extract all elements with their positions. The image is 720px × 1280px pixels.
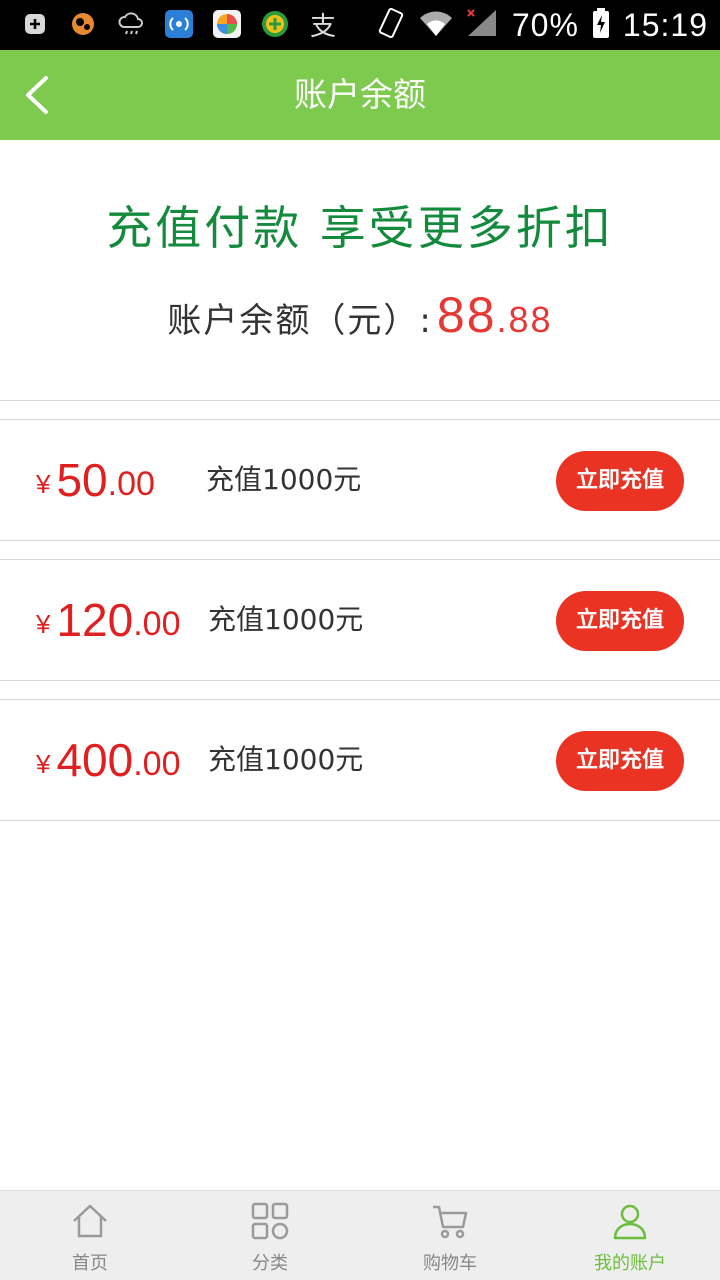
colorful-app-icon: [212, 9, 242, 39]
price-int: 400: [56, 734, 134, 786]
alipay-icon: 支: [309, 11, 336, 42]
back-button[interactable]: [16, 70, 66, 120]
recharge-option: ¥ 50 .00 充值1000元 立即充值: [0, 420, 720, 540]
app-header: 账户余额: [0, 50, 720, 140]
bottom-nav: 首页 分类 购物车 我的账户: [0, 1190, 720, 1280]
user-icon: [613, 1204, 647, 1240]
option-desc: 充值1000元: [208, 743, 364, 776]
recharge-now-button[interactable]: 立即充值: [556, 591, 684, 651]
grid-icon: [251, 1202, 289, 1240]
home-icon: [73, 1204, 107, 1238]
currency-symbol: ¥: [36, 608, 51, 639]
price-int: 120: [56, 594, 134, 646]
currency-symbol: ¥: [36, 468, 51, 499]
nav-label: 分类: [252, 1253, 288, 1274]
battery-icon: [591, 7, 611, 43]
option-price: ¥ 50 .00: [36, 420, 155, 540]
option-price: ¥ 120 .00: [36, 560, 180, 680]
divider: [0, 680, 720, 681]
nav-label: 购物车: [423, 1253, 477, 1274]
balance-label: 账户余额（元）:: [167, 301, 433, 341]
nav-item-my-account[interactable]: 我的账户: [540, 1191, 720, 1280]
recharge-option: ¥ 120 .00 充值1000元 立即充值: [0, 560, 720, 680]
recharge-now-button[interactable]: 立即充值: [556, 731, 684, 791]
wifi-icon: [418, 8, 454, 42]
balance-amount-int: 88: [436, 287, 497, 343]
plus-square-icon: [20, 9, 50, 39]
plus-circle-icon: [260, 9, 290, 39]
signal-icon: [466, 8, 500, 42]
divider: [0, 540, 720, 541]
divider: [0, 820, 720, 821]
recharge-now-button[interactable]: 立即充值: [556, 451, 684, 511]
cart-icon: [433, 1205, 468, 1239]
chevron-left-icon: [26, 76, 48, 114]
nav-item-cart[interactable]: 购物车: [360, 1191, 540, 1280]
price-int: 50: [56, 454, 108, 506]
nav-item-category[interactable]: 分类: [180, 1191, 360, 1280]
promo-title: 充值付款 享受更多折扣: [106, 201, 614, 255]
balance-amount-dec: .88: [496, 299, 553, 340]
price-dec: .00: [133, 604, 181, 643]
clock: 15:19: [622, 6, 708, 43]
nav-label: 我的账户: [594, 1253, 666, 1274]
status-bar-right: 70% 15:19: [376, 0, 708, 50]
page-title: 账户余额: [294, 75, 426, 114]
nav-label: 首页: [72, 1253, 108, 1274]
balance-row: 账户余额（元）: 88 .88: [0, 286, 720, 344]
nav-item-home[interactable]: 首页: [0, 1191, 180, 1280]
uc-browser-icon: [68, 9, 98, 39]
price-dec: .00: [107, 464, 155, 503]
wifi-hotspot-icon: [164, 9, 194, 39]
recharge-option: ¥ 400 .00 充值1000元 立即充值: [0, 700, 720, 820]
cloud-rain-icon: [116, 9, 146, 39]
divider: [0, 400, 720, 401]
option-price: ¥ 400 .00: [36, 700, 180, 820]
battery-percent: 70%: [511, 6, 579, 43]
option-desc: 充值1000元: [206, 463, 362, 496]
option-desc: 充值1000元: [208, 603, 364, 636]
currency-symbol: ¥: [36, 748, 51, 779]
status-bar: 支 70% 15:19: [0, 0, 720, 50]
price-dec: .00: [133, 744, 181, 783]
vibrate-icon: [376, 6, 406, 44]
